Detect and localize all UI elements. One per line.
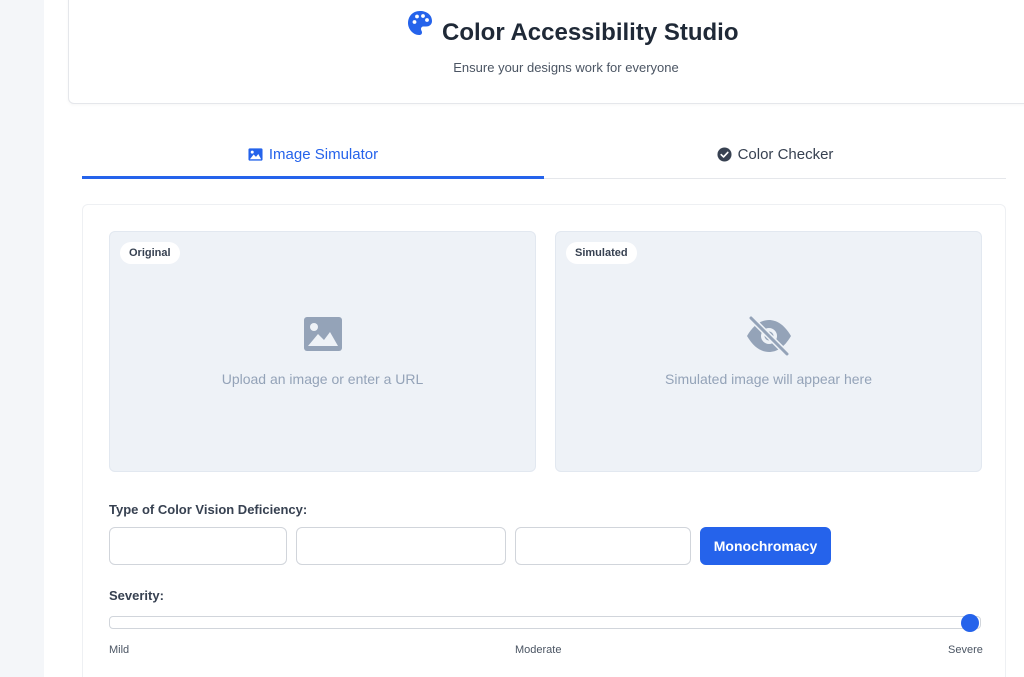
severity-slider-thumb[interactable] (961, 614, 979, 632)
simulator-panel: Original Upload an image or enter a URL … (82, 204, 1006, 677)
tab-label: Color Checker (737, 145, 834, 163)
header-card: Color Accessibility Studio Ensure your d… (68, 0, 1024, 104)
tab-bar: Image Simulator Color Checker (82, 130, 1006, 179)
eye-slash-icon (746, 316, 791, 356)
tab-label: Image Simulator (268, 145, 379, 163)
severity-label: Severity: (109, 588, 164, 603)
severity-slider-track[interactable] (109, 616, 981, 629)
simulated-badge: Simulated (566, 242, 637, 264)
deficiency-option-3[interactable] (515, 527, 691, 565)
monochromacy-button[interactable]: Monochromacy (700, 527, 831, 565)
original-image-dropzone[interactable]: Original Upload an image or enter a URL (109, 231, 536, 472)
original-badge: Original (120, 242, 180, 264)
severity-scale-mild: Mild (109, 644, 130, 656)
simulated-image-preview: Simulated Simulated image will appear he… (555, 231, 982, 472)
simulated-hint: Simulated image will appear here (665, 371, 872, 387)
tab-image-simulator[interactable]: Image Simulator (82, 130, 544, 179)
deficiency-type-label: Type of Color Vision Deficiency: (109, 502, 308, 517)
palette-icon (408, 11, 432, 35)
deficiency-option-1[interactable] (109, 527, 287, 565)
image-icon (248, 147, 263, 161)
image-icon (303, 317, 342, 351)
app-title: Color Accessibility Studio (442, 19, 739, 46)
main-content: Color Accessibility Studio Ensure your d… (44, 0, 1024, 677)
app-subtitle: Ensure your designs work for everyone (453, 60, 679, 75)
deficiency-option-2[interactable] (296, 527, 506, 565)
check-circle-icon (717, 146, 732, 162)
upload-hint: Upload an image or enter a URL (221, 371, 424, 387)
severity-scale-moderate: Moderate (515, 644, 562, 656)
severity-scale-severe: Severe (948, 644, 983, 656)
tab-color-checker[interactable]: Color Checker (544, 130, 1006, 178)
left-rail (0, 0, 44, 677)
